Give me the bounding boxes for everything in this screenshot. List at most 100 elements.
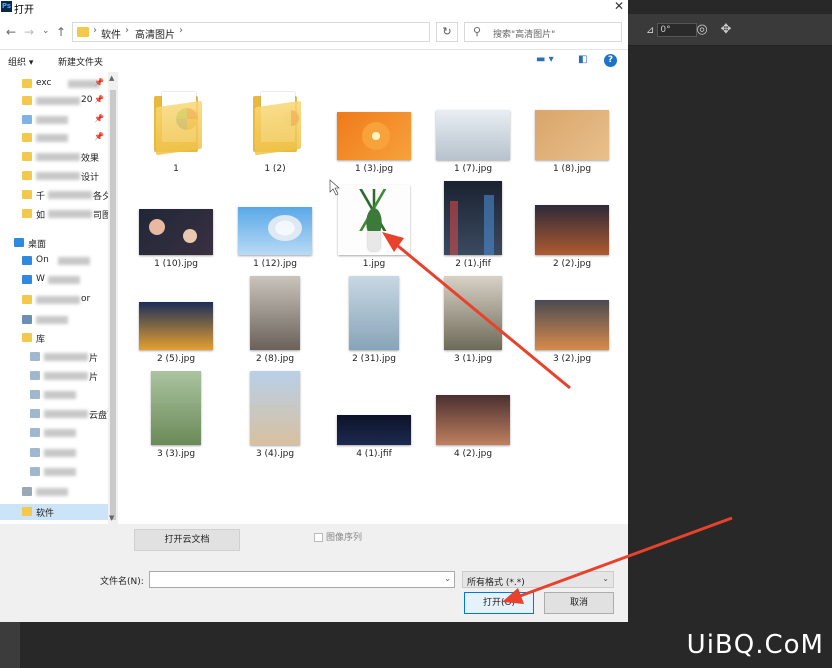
sidebar-item[interactable]: exc 📌 [0, 76, 108, 92]
pressure-icon[interactable]: ◎ [694, 22, 710, 38]
breadcrumb-hd-images[interactable]: 高清图片 [135, 26, 175, 41]
sidebar-scroll-thumb[interactable] [110, 90, 116, 520]
image-thumbnail [535, 300, 609, 350]
folder-icon [22, 487, 32, 496]
image-thumbnail [444, 181, 502, 255]
sidebar-item[interactable]: 📌 [0, 130, 108, 146]
address-bar[interactable]: › 软件 › 高清图片 › ⌄ [72, 22, 493, 42]
cancel-button[interactable]: 取消 [544, 592, 614, 614]
sidebar-item[interactable] [0, 464, 108, 480]
sidebar-item[interactable]: 桌面 [0, 235, 108, 251]
file-type-select[interactable]: 所有格式 (*.*) ⌄ [462, 571, 614, 588]
angle-field[interactable]: ⊿ 0° [646, 23, 698, 37]
filename-input[interactable]: ⌄ [149, 571, 455, 588]
file-name: 3 (3).jpg [156, 449, 196, 459]
file-item[interactable]: 3 (4).jpg [229, 369, 321, 461]
file-item[interactable]: 1 (7).jpg [427, 84, 519, 176]
breadcrumb-software[interactable]: 软件 [101, 26, 121, 41]
open-button[interactable]: 打开(O) [464, 592, 534, 614]
pin-icon: 📌 [94, 95, 104, 104]
dialog-footer: 打开云文档 图像序列 文件名(N): ⌄ 所有格式 (*.*) ⌄ 打开(O) 取… [0, 524, 628, 622]
sidebar-item[interactable] [0, 312, 108, 328]
file-name: 3 (1).jpg [453, 354, 493, 364]
sidebar-item[interactable]: 效果 [0, 149, 108, 165]
sidebar-item[interactable]: 千各夕 [0, 187, 111, 203]
open-cloud-doc-button[interactable]: 打开云文档 [134, 529, 240, 551]
sidebar-item-suffix: 效果 [81, 154, 100, 164]
sidebar-item[interactable] [0, 387, 108, 403]
sidebar-item-label: On [36, 255, 49, 265]
back-icon[interactable]: ← [6, 25, 16, 39]
cloud-icon [22, 275, 32, 284]
file-item[interactable]: 3 (3).jpg [130, 369, 222, 461]
image-sequence-checkbox[interactable]: 图像序列 [314, 530, 362, 543]
content-scrollbar[interactable] [618, 72, 628, 524]
sidebar-item[interactable]: On [0, 253, 108, 269]
sidebar-item[interactable] [0, 445, 108, 461]
folder-item[interactable]: 1 [130, 84, 222, 176]
up-icon[interactable]: ↑ [56, 25, 66, 39]
organize-button[interactable]: 组织 ▾ [8, 55, 33, 68]
forward-icon[interactable]: → [24, 25, 34, 39]
folder-icon [22, 315, 32, 324]
checkbox[interactable] [314, 533, 323, 542]
file-item[interactable]: 3 (1).jpg [427, 274, 519, 366]
chevron-down-icon[interactable]: ⌄ [444, 574, 451, 583]
open-file-dialog: Ps 打开 ✕ ← → ⌄ ↑ › 软件 › 高清图片 › ⌄ ↻ ⚲ 搜索"高… [0, 0, 628, 622]
image-thumbnail [436, 395, 510, 445]
sidebar-item[interactable]: 设计 [0, 168, 108, 184]
pin-icon: 📌 [94, 114, 104, 123]
cloud-icon [22, 256, 32, 265]
sidebar-item[interactable]: 库 [0, 330, 108, 346]
sidebar-item[interactable]: or [0, 292, 108, 308]
sidebar-item[interactable]: 片 [0, 368, 108, 384]
file-item[interactable]: 1 (3).jpg [328, 84, 420, 176]
image-thumbnail [151, 371, 201, 445]
file-item[interactable]: 3 (2).jpg [526, 274, 618, 366]
sidebar-item-label: 千 [36, 192, 46, 202]
redacted-text [44, 372, 88, 380]
folder-icon [22, 295, 32, 304]
sidebar-item[interactable]: 如司图 [0, 206, 111, 222]
file-item[interactable]: 2 (2).jpg [526, 179, 618, 271]
file-item[interactable]: 1 (12).jpg [229, 179, 321, 271]
search-box[interactable]: ⚲ 搜索"高清图片" [464, 22, 622, 42]
file-item[interactable]: 2 (31).jpg [328, 274, 420, 366]
image-thumbnail [139, 302, 213, 350]
file-item[interactable]: 1 (10).jpg [130, 179, 222, 271]
folder-item[interactable]: 1 (2) [229, 84, 321, 176]
image-thumbnail [238, 207, 312, 255]
redacted-text [44, 468, 76, 476]
symmetry-icon[interactable]: ✥ [718, 22, 734, 38]
sidebar-item[interactable]: 软件 [0, 504, 108, 520]
file-item[interactable]: 1 (8).jpg [526, 84, 618, 176]
file-item[interactable]: 1.jpg [328, 179, 420, 271]
sidebar-item[interactable] [0, 484, 108, 500]
sidebar-item[interactable]: 云盘下载 [0, 406, 118, 422]
close-icon[interactable]: ✕ [614, 0, 624, 13]
file-item[interactable]: 2 (1).jfif [427, 179, 519, 271]
image-thumbnail [535, 205, 609, 255]
sidebar-item[interactable]: 📌 [0, 112, 108, 128]
help-icon[interactable]: ? [604, 54, 617, 67]
file-item[interactable]: 4 (1).jfif [328, 369, 420, 461]
sidebar-item[interactable]: W [0, 272, 108, 288]
photoshop-logo-icon: Ps [1, 1, 12, 12]
redacted-text [48, 276, 80, 284]
refresh-button[interactable]: ↻ [436, 22, 458, 42]
sidebar-item[interactable] [0, 425, 108, 441]
scroll-up-icon[interactable]: ▲ [109, 74, 114, 82]
sidebar-item[interactable]: 20 📌 [0, 93, 108, 109]
recent-locations-icon[interactable]: ⌄ [42, 26, 50, 36]
view-options-icon[interactable]: ▬ ▾ [536, 54, 554, 65]
folder-icon [30, 428, 40, 437]
scroll-down-icon[interactable]: ▼ [109, 514, 114, 522]
new-folder-button[interactable]: 新建文件夹 [58, 55, 103, 68]
preview-pane-icon[interactable]: ◧ [578, 54, 587, 65]
file-item[interactable]: 4 (2).jpg [427, 369, 519, 461]
file-item[interactable]: 2 (8).jpg [229, 274, 321, 366]
sidebar-item[interactable]: 片 [0, 349, 108, 365]
file-item[interactable]: 2 (5).jpg [130, 274, 222, 366]
toolbar: 组织 ▾ 新建文件夹 ▬ ▾ ◧ ? [0, 50, 628, 72]
redacted-text [36, 488, 68, 496]
